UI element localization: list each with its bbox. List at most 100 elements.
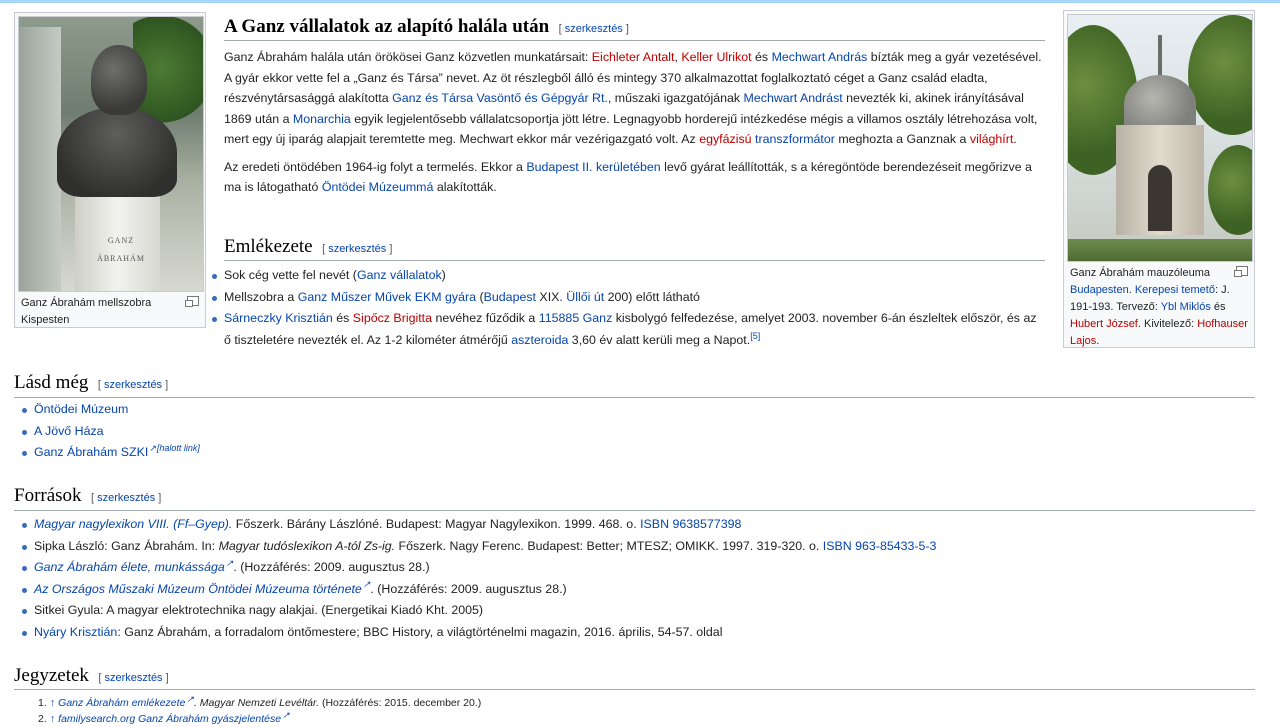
inline-link[interactable]: Mechwart Andrást bbox=[744, 91, 843, 105]
text-run: (Hozzáférés: 2015. december 20.) bbox=[319, 697, 482, 709]
list-item: Sitkei Gyula: A magyar elektrotechnika n… bbox=[14, 600, 1255, 622]
inline-link[interactable]: [5] bbox=[750, 330, 760, 340]
inline-link[interactable]: Sárneczky Krisztián bbox=[224, 311, 333, 325]
edit-section-lasd-meg-link[interactable]: szerkesztés bbox=[104, 379, 162, 391]
text-run: . (Hozzáférés: 2009. augusztus 28.) bbox=[233, 560, 430, 574]
inline-link[interactable]: Ganz és Társa Vasöntő és Gépgyár Rt. bbox=[392, 91, 608, 105]
inline-link[interactable]: Monarchia bbox=[293, 112, 351, 126]
inline-link[interactable]: ISBN 963-85433-5-3 bbox=[823, 539, 937, 553]
edit-section-emlekezete-link[interactable]: szerkesztés bbox=[328, 243, 386, 255]
text-run: . (Hozzáférés: 2009. augusztus 28.) bbox=[370, 581, 567, 596]
external-link[interactable]: Ganz Ábrahám emlékezete bbox=[58, 697, 194, 709]
inline-link[interactable]: Nyáry Krisztián bbox=[34, 625, 117, 639]
inline-link[interactable]: Budapesten bbox=[1070, 284, 1129, 296]
inline-link[interactable]: A Jövő Háza bbox=[34, 424, 104, 438]
edit-section-forrasok-link[interactable]: szerkesztés bbox=[97, 492, 155, 504]
text-run: XIX. bbox=[535, 289, 567, 304]
edit-section-ganz-link[interactable]: szerkesztés bbox=[565, 23, 623, 35]
text-run: Ganz Ábrahám halála után örökösei Ganz k… bbox=[224, 50, 592, 64]
paragraph-ganz-1: Ganz Ábrahám halála után örökösei Ganz k… bbox=[224, 47, 1045, 150]
external-link[interactable]: Ganz Ábrahám SZKI bbox=[34, 445, 157, 459]
edit-link: [ szerkesztés ] bbox=[91, 492, 162, 504]
section-jegyzetek-title: Jegyzetek bbox=[14, 665, 89, 686]
text-run: 3,60 év alatt kerüli meg a Napot. bbox=[568, 332, 751, 347]
external-link[interactable]: Ganz Ábrahám élete, munkássága bbox=[34, 560, 233, 574]
mausoleum-figure: Ganz Ábrahám mauzóleuma Budapesten. Kere… bbox=[1063, 10, 1255, 348]
list-item: Nyáry Krisztián: Ganz Ábrahám, a forrada… bbox=[14, 622, 1255, 644]
edit-section-jegyzetek-link[interactable]: szerkesztés bbox=[104, 672, 162, 684]
external-link[interactable]: familysearch.org Ganz Ábrahám gyászjelen… bbox=[58, 713, 290, 725]
list-item: Ganz Ábrahám SZKI[halott link] bbox=[14, 442, 1255, 464]
list-item: Sok cég vette fel nevét (Ganz vállalatok… bbox=[204, 265, 1045, 287]
section-forrasok: Források [ szerkesztés ] bbox=[14, 485, 1255, 511]
jegyzetek-list: 1.↑ Ganz Ábrahám emlékezete. Magyar Nemz… bbox=[14, 695, 1255, 727]
inline-link[interactable]: Ganz Műszer Művek EKM gyára bbox=[298, 290, 476, 304]
bust-caption: Ganz Ábrahám mellszobra Kispesten bbox=[18, 292, 202, 329]
inline-link-missing[interactable]: Keller Ulrikot bbox=[681, 50, 751, 64]
dead-link-note[interactable]: [halott link] bbox=[157, 443, 200, 453]
list-item: Magyar nagylexikon VIII. (Ff–Gyep). Fősz… bbox=[14, 514, 1255, 536]
list-item: Öntödei Múzeum bbox=[14, 399, 1255, 421]
inline-link[interactable]: aszteroida bbox=[511, 333, 568, 347]
inline-link[interactable]: Üllői út bbox=[566, 290, 604, 304]
inline-link[interactable]: 115885 Ganz bbox=[539, 311, 612, 325]
text-run: Főszerk. Nagy Ferenc. Budapest: Better; … bbox=[395, 538, 823, 553]
text-run: Sipka László: Ganz Ábrahám. In: bbox=[34, 538, 219, 553]
text-run: . Kivitelező: bbox=[1137, 318, 1198, 330]
inline-link-missing[interactable]: Hubert József bbox=[1070, 318, 1138, 330]
italic-text: . Magyar Nemzeti Levéltár. bbox=[193, 697, 320, 709]
inline-link[interactable]: Ganz vállalatok bbox=[357, 268, 442, 282]
enlarge-icon[interactable] bbox=[1234, 266, 1248, 277]
text-run: alakították. bbox=[433, 180, 497, 194]
inline-link[interactable]: ↑ bbox=[50, 713, 58, 725]
inline-link-missing[interactable]: Eichleter Antalt bbox=[592, 50, 675, 64]
text-run: : Ganz Ábrahám, a forradalom öntőmestere… bbox=[117, 624, 723, 639]
inline-link[interactable]: Öntödei Múzeum bbox=[34, 402, 128, 416]
section-lasd-meg-title: Lásd még bbox=[14, 372, 89, 393]
edit-link: [ szerkesztés ] bbox=[322, 243, 393, 255]
edit-link: [ szerkesztés ] bbox=[97, 379, 169, 391]
inline-link-missing[interactable]: világhírt bbox=[970, 132, 1013, 146]
inline-link[interactable]: ↑ bbox=[50, 697, 58, 709]
text-run: Főszerk. Bárány Lászlóné. Budapest: Magy… bbox=[232, 517, 641, 531]
pedestal-inscription: GANZ ÁBRAHÁM bbox=[97, 236, 145, 263]
text-run: Ganz Ábrahám mauzóleuma bbox=[1070, 267, 1211, 279]
enlarge-icon[interactable] bbox=[185, 296, 199, 307]
emlekezete-list: Sok cég vette fel nevét (Ganz vállalatok… bbox=[204, 265, 1045, 351]
edit-link: [ szerkesztés ] bbox=[558, 23, 629, 35]
mausoleum-caption-text: Ganz Ábrahám mauzóleuma Budapesten. Kere… bbox=[1070, 267, 1248, 347]
inline-link[interactable]: Kerepesi temető bbox=[1135, 284, 1215, 296]
mausoleum-caption: Ganz Ábrahám mauzóleuma Budapesten. Kere… bbox=[1067, 262, 1251, 350]
inline-link[interactable]: Magyar nagylexikon VIII. (Ff–Gyep). bbox=[34, 517, 232, 531]
list-item: Az Országos Műszaki Múzeum Öntödei Múzeu… bbox=[14, 579, 1255, 601]
section-emlekezete: Emlékezete [ szerkesztés ] bbox=[224, 236, 1045, 261]
inline-link[interactable]: Öntödei Múzeummá bbox=[322, 180, 434, 194]
note-number: 2. bbox=[38, 713, 47, 725]
section-forrasok-title: Források bbox=[14, 485, 82, 506]
section-lasd-meg: Lásd még [ szerkesztés ] bbox=[14, 372, 1255, 398]
inline-link[interactable]: ISBN 9638577398 bbox=[640, 517, 741, 531]
note-item: 1.↑ Ganz Ábrahám emlékezete. Magyar Nemz… bbox=[14, 695, 1255, 711]
inline-link[interactable]: transzformátor bbox=[755, 132, 835, 146]
inline-link[interactable]: Mechwart András bbox=[772, 50, 868, 64]
external-link[interactable]: Az Országos Műszaki Múzeum Öntödei Múzeu… bbox=[34, 582, 370, 596]
lasd-meg-list: Öntödei Múzeum A Jövő Háza Ganz Ábrahám SZ… bbox=[14, 399, 1255, 464]
inline-link-missing[interactable]: Sipőcz Brigitta bbox=[353, 311, 432, 325]
text-run: Az eredeti öntödében 1964-ig folyt a ter… bbox=[224, 159, 527, 174]
inline-link[interactable]: Budapest II. kerületében bbox=[526, 160, 660, 174]
text-run: . bbox=[1013, 132, 1017, 146]
inline-link[interactable]: Ybl Miklós bbox=[1161, 301, 1211, 313]
text-run: Sitkei Gyula: A magyar elektrotechnika n… bbox=[34, 603, 484, 617]
list-item: A Jövő Háza bbox=[14, 421, 1255, 443]
bust-image[interactable]: GANZ ÁBRAHÁM bbox=[18, 16, 204, 292]
edit-link: [ szerkesztés ] bbox=[98, 672, 169, 684]
section-ganz: A Ganz vállalatok az alapító halála után… bbox=[224, 16, 1045, 198]
list-item: Sipka László: Ganz Ábrahám. In: Magyar t… bbox=[14, 536, 1255, 558]
note-number: 1. bbox=[38, 697, 47, 709]
inline-link-missing[interactable]: egyfázisú bbox=[699, 132, 751, 146]
text-run: 200) előtt látható bbox=[604, 289, 700, 304]
inline-link[interactable]: Budapest bbox=[484, 290, 536, 304]
mausoleum-image[interactable] bbox=[1067, 14, 1253, 262]
bust-caption-text: Ganz Ábrahám mellszobra Kispesten bbox=[21, 297, 152, 326]
text-run: és bbox=[751, 50, 772, 64]
